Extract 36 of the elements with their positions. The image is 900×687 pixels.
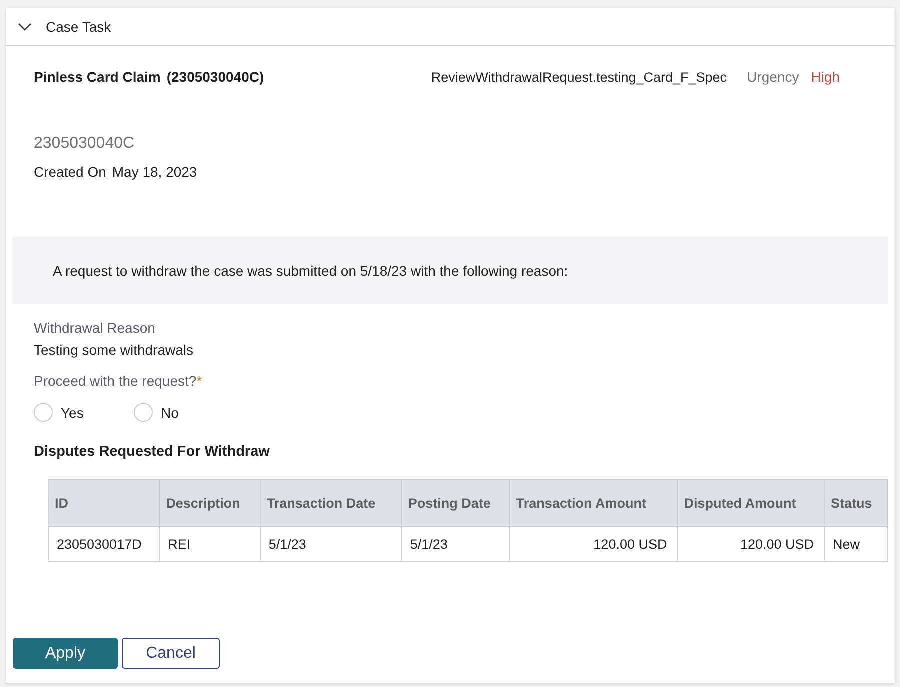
field-label: Withdrawal Reason (34, 320, 156, 336)
column-header: Posting Date (402, 480, 510, 526)
urgency-label: Urgency (747, 69, 800, 85)
apply-button[interactable]: Apply (13, 638, 118, 669)
chevron-down-icon[interactable] (18, 22, 32, 30)
table-title: Disputes Requested For Withdraw (34, 444, 271, 460)
notice-text: A request to withdraw the case was submitted on 5/18/23 with the following reason: (53, 262, 568, 278)
table-cell: REI (160, 526, 260, 562)
case-id: (2305030040C) (166, 69, 264, 85)
column-header: Transaction Amount (510, 480, 678, 526)
table-cell: 5/1/23 (402, 526, 510, 562)
task-name: ReviewWithdrawalRequest.testing_Card_F_Spec (431, 70, 728, 84)
radio-button[interactable] (34, 403, 53, 422)
column-header: Status (824, 480, 888, 526)
required-mark: * (196, 373, 202, 389)
column-header: Description (160, 480, 260, 526)
table-cell: 5/1/23 (260, 526, 402, 562)
question-label: Proceed with the request? (34, 373, 197, 389)
radio-button[interactable] (134, 403, 153, 422)
cancel-button[interactable]: Cancel (122, 638, 220, 669)
column-header: Disputed Amount (678, 480, 825, 526)
field-value: Testing some withdrawals (34, 342, 195, 358)
case-title: Pinless Card Claim (34, 69, 161, 85)
radio-label[interactable]: Yes (61, 404, 84, 420)
table-cell: 2305030017D (48, 526, 160, 562)
table-cell: 120.00 USD (678, 526, 825, 562)
table-cell: 120.00 USD (510, 526, 678, 562)
table-cell: New (824, 526, 888, 562)
section-title: Case Task (46, 18, 112, 34)
column-header: ID (48, 480, 160, 526)
urgency-value: High (811, 69, 840, 85)
column-header: Transaction Date (260, 480, 402, 526)
radio-label[interactable]: No (161, 404, 179, 420)
created-label: Created On (34, 164, 106, 180)
case-number: 2305030040C (34, 135, 136, 153)
created-date: May 18, 2023 (112, 164, 198, 180)
